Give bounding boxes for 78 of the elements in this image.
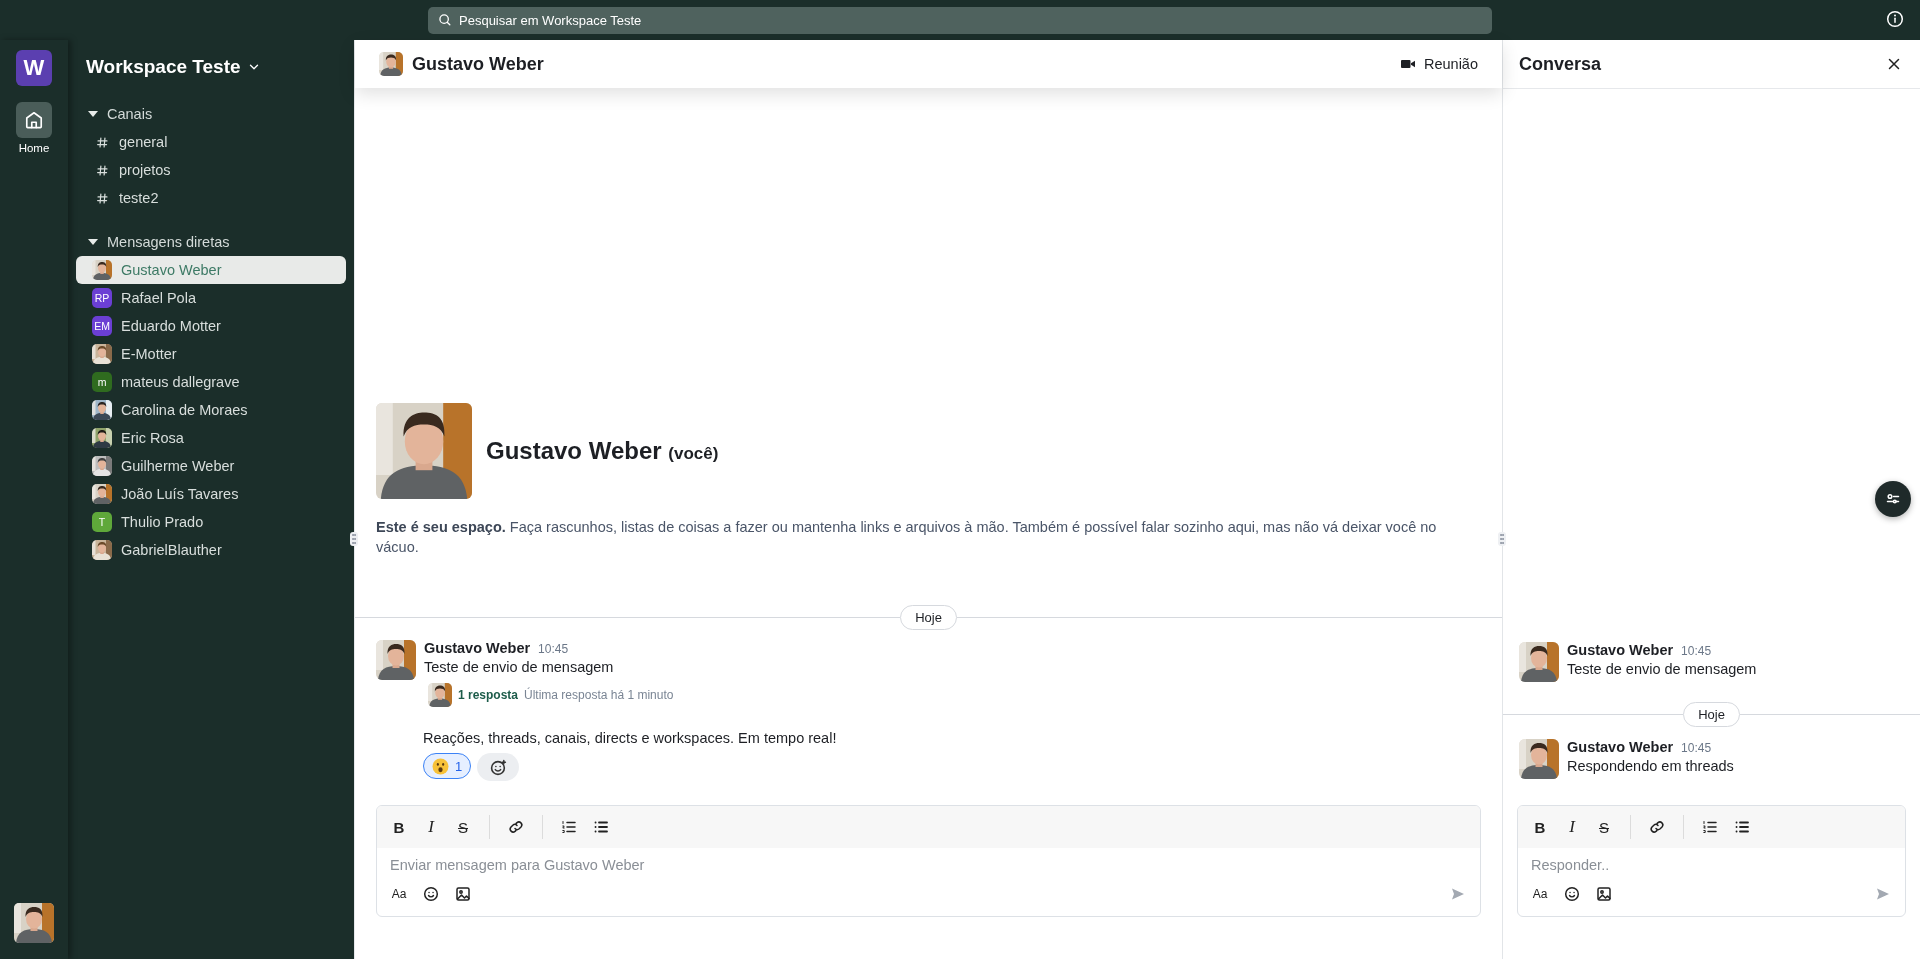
panel-title: Conversa: [1519, 53, 1602, 75]
bold-button[interactable]: B: [1526, 813, 1554, 841]
resize-handle[interactable]: [1498, 532, 1506, 546]
author-name[interactable]: Gustavo Weber: [1567, 642, 1674, 658]
author-name[interactable]: Gustavo Weber: [424, 640, 531, 656]
chat-title: Gustavo Weber: [412, 53, 544, 75]
search-field[interactable]: Pesquisar em Workspace Teste: [428, 6, 1492, 34]
message-time: 10:45: [1681, 741, 1712, 755]
link-icon: [508, 819, 524, 835]
info-icon: [1886, 10, 1904, 28]
message-time: 10:45: [1681, 644, 1712, 658]
hash-icon: [96, 135, 109, 149]
workspace-button[interactable]: W: [16, 50, 52, 86]
date-divider: Hoje: [1683, 702, 1740, 727]
send-icon: [1450, 886, 1466, 902]
direct-message-item[interactable]: Gustavo Weber: [76, 256, 346, 284]
workspace-menu[interactable]: Workspace Teste: [76, 50, 271, 80]
strikethrough-button[interactable]: S: [449, 813, 477, 841]
direct-message-item[interactable]: Guilherme Weber: [76, 452, 346, 480]
thread-replies-link[interactable]: 1 resposta: [458, 688, 519, 702]
message-text: Teste de envio de mensagem: [1567, 661, 1757, 677]
direct-message-item[interactable]: GabrielBlauther: [76, 536, 346, 564]
toggle-panel-button[interactable]: [1875, 481, 1911, 517]
image-icon: [455, 886, 471, 902]
bullet-list-icon: [1734, 819, 1750, 835]
numbered-list-icon: [561, 819, 577, 835]
message-text: Teste de envio de mensagem: [424, 659, 615, 675]
send-icon: [1875, 886, 1891, 902]
meeting-button[interactable]: Reunião: [1400, 52, 1478, 76]
channel-item[interactable]: teste2: [76, 184, 346, 212]
direct-message-item[interactable]: RP Rafael Pola: [76, 284, 346, 312]
direct-message-item[interactable]: E-Motter: [76, 340, 346, 368]
channel-item[interactable]: projetos: [76, 156, 346, 184]
reaction-button[interactable]: 1: [423, 753, 472, 779]
link-icon: [1649, 819, 1665, 835]
profile-name: Gustavo Weber (você): [486, 437, 719, 465]
message-text: Reações, threads, canais, directs e workspaces. Em tempo real!: [423, 730, 837, 746]
close-icon: [1886, 56, 1902, 72]
resize-handle[interactable]: [350, 532, 358, 546]
bullet-list-icon: [593, 819, 609, 835]
avatar-initials: T: [92, 512, 112, 532]
message-time: 10:45: [538, 642, 569, 656]
channel-item[interactable]: general: [76, 128, 346, 156]
direct-message-item[interactable]: EM Eduardo Motter: [76, 312, 346, 340]
last-reply-time: Última resposta há 1 minuto: [524, 688, 674, 702]
avatar-initials: RP: [92, 288, 112, 308]
smiley-icon: [423, 886, 439, 902]
author-name[interactable]: Gustavo Weber: [1567, 739, 1674, 755]
add-reaction-icon: [489, 758, 507, 776]
section-header[interactable]: Mensagens diretas: [76, 228, 346, 256]
intro-text: Este é seu espaço. Faça rascunhos, listas de coisas a fazer ou mantenha links e arquivos à mão. Também é possível falar sozinho aqui, mas não vá deixar você no vácuo.: [376, 518, 1438, 557]
direct-message-item[interactable]: Eric Rosa: [76, 424, 346, 452]
date-divider: Hoje: [900, 605, 957, 630]
hash-icon: [96, 191, 109, 205]
drag-handle-icon: [350, 532, 358, 546]
section-header[interactable]: Canais: [76, 100, 346, 128]
avatar-initials: EM: [92, 316, 112, 336]
smiley-icon: [1564, 886, 1580, 902]
search-icon: [438, 13, 452, 27]
direct-message-item[interactable]: Carolina de Moraes: [76, 396, 346, 424]
image-icon: [1596, 886, 1612, 902]
numbered-list-icon: [1702, 819, 1718, 835]
home-icon: [24, 110, 44, 130]
avatar-initials: m: [92, 372, 112, 392]
message-text: Respondendo em threads: [1567, 758, 1734, 774]
italic-button[interactable]: I: [1558, 813, 1586, 841]
direct-message-item[interactable]: T Thulio Prado: [76, 508, 346, 536]
text-style-button[interactable]: Aa: [385, 880, 413, 908]
strikethrough-button[interactable]: S: [1590, 813, 1618, 841]
hash-icon: [96, 163, 109, 177]
direct-message-item[interactable]: João Luís Tavares: [76, 480, 346, 508]
bold-button[interactable]: B: [385, 813, 413, 841]
surprised-emoji-icon: [432, 757, 449, 775]
text-style-button[interactable]: Aa: [1526, 880, 1554, 908]
drag-handle-icon: [1498, 532, 1506, 546]
italic-button[interactable]: I: [417, 813, 445, 841]
direct-message-item[interactable]: m mateus dallegrave: [76, 368, 346, 396]
add-reaction-button[interactable]: [477, 753, 520, 781]
